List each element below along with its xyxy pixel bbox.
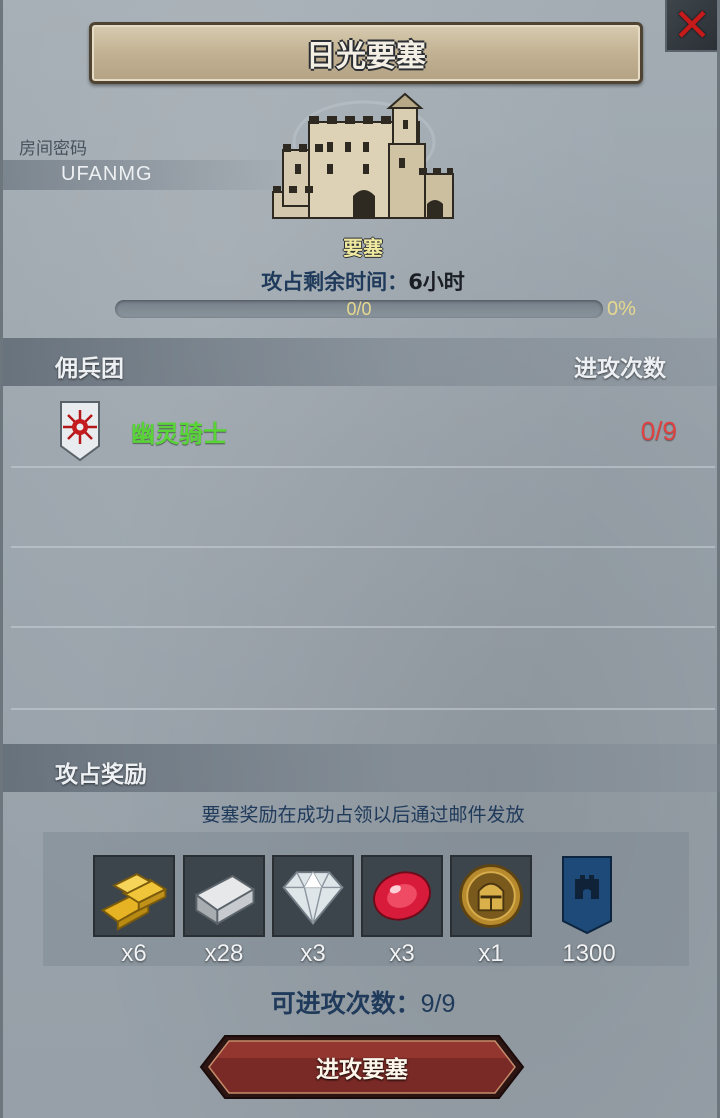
gold-bars-icon <box>95 857 173 935</box>
reward-count: x28 <box>204 940 244 967</box>
reward-section-title: 攻占奖励 <box>55 762 147 788</box>
capture-progress-text: 0/0 <box>346 299 372 319</box>
title-plate: 日光要塞 <box>89 22 643 84</box>
time-remaining-label: 攻占剩余时间： <box>261 270 409 294</box>
reward-item[interactable] <box>450 855 532 937</box>
reward-count: x6 <box>121 940 147 967</box>
ruby-icon <box>363 857 441 935</box>
attacks-available: 可进攻次数：9/9 <box>3 984 720 1020</box>
row-divider <box>11 546 715 548</box>
time-remaining-value: 6小时 <box>408 270 465 294</box>
reward-count: x1 <box>478 940 504 967</box>
page-title: 日光要塞 <box>306 39 426 74</box>
guild-name: 幽灵骑士 <box>131 420 227 448</box>
castle-banner-icon[interactable] <box>561 855 613 935</box>
close-button[interactable]: ✕ <box>665 0 717 52</box>
reward-count: x3 <box>300 940 326 967</box>
reward-note: 要塞奖励在成功占领以后通过邮件发放 <box>201 804 525 826</box>
guild-attack-count: 0/9 <box>640 416 677 446</box>
fortress-type-label: 要塞 <box>343 236 383 260</box>
close-x-icon: ✕ <box>672 0 712 52</box>
attacks-available-value: 9/9 <box>420 990 456 1018</box>
room-band <box>3 160 303 190</box>
knight-medal-icon <box>452 857 530 935</box>
row-divider <box>11 708 715 710</box>
attack-fortress-label: 进攻要塞 <box>316 1057 408 1083</box>
room-label: 房间密码 <box>19 139 87 159</box>
silver-ingot-icon <box>185 857 263 935</box>
capture-progress-bar: 0/0 <box>115 299 603 319</box>
diamond-icon <box>274 857 352 935</box>
fortress-panel: 日光要塞 ✕ 房间密码 UFANMG 要塞 攻占剩余时间：6小时 0/0 0% … <box>0 0 720 1118</box>
reward-item[interactable] <box>361 855 443 937</box>
row-divider <box>11 466 715 468</box>
capture-progress-percent: 0% <box>607 298 636 320</box>
reward-item[interactable] <box>183 855 265 937</box>
guild-section-title: 佣兵团 <box>55 356 124 382</box>
reward-item[interactable] <box>93 855 175 937</box>
fortress-castle-icon <box>272 92 454 219</box>
attack-count-header: 进攻次数 <box>574 356 666 382</box>
attacks-available-label: 可进攻次数： <box>270 989 421 1018</box>
time-remaining: 攻占剩余时间：6小时 <box>3 266 720 296</box>
reward-count: 1300 <box>562 940 616 967</box>
sun-crest-icon <box>60 401 100 462</box>
attack-fortress-button[interactable]: 进攻要塞 <box>199 1034 525 1100</box>
room-code: UFANMG <box>61 163 153 185</box>
reward-count: x3 <box>389 940 415 967</box>
row-divider <box>11 626 715 628</box>
reward-item[interactable] <box>272 855 354 937</box>
